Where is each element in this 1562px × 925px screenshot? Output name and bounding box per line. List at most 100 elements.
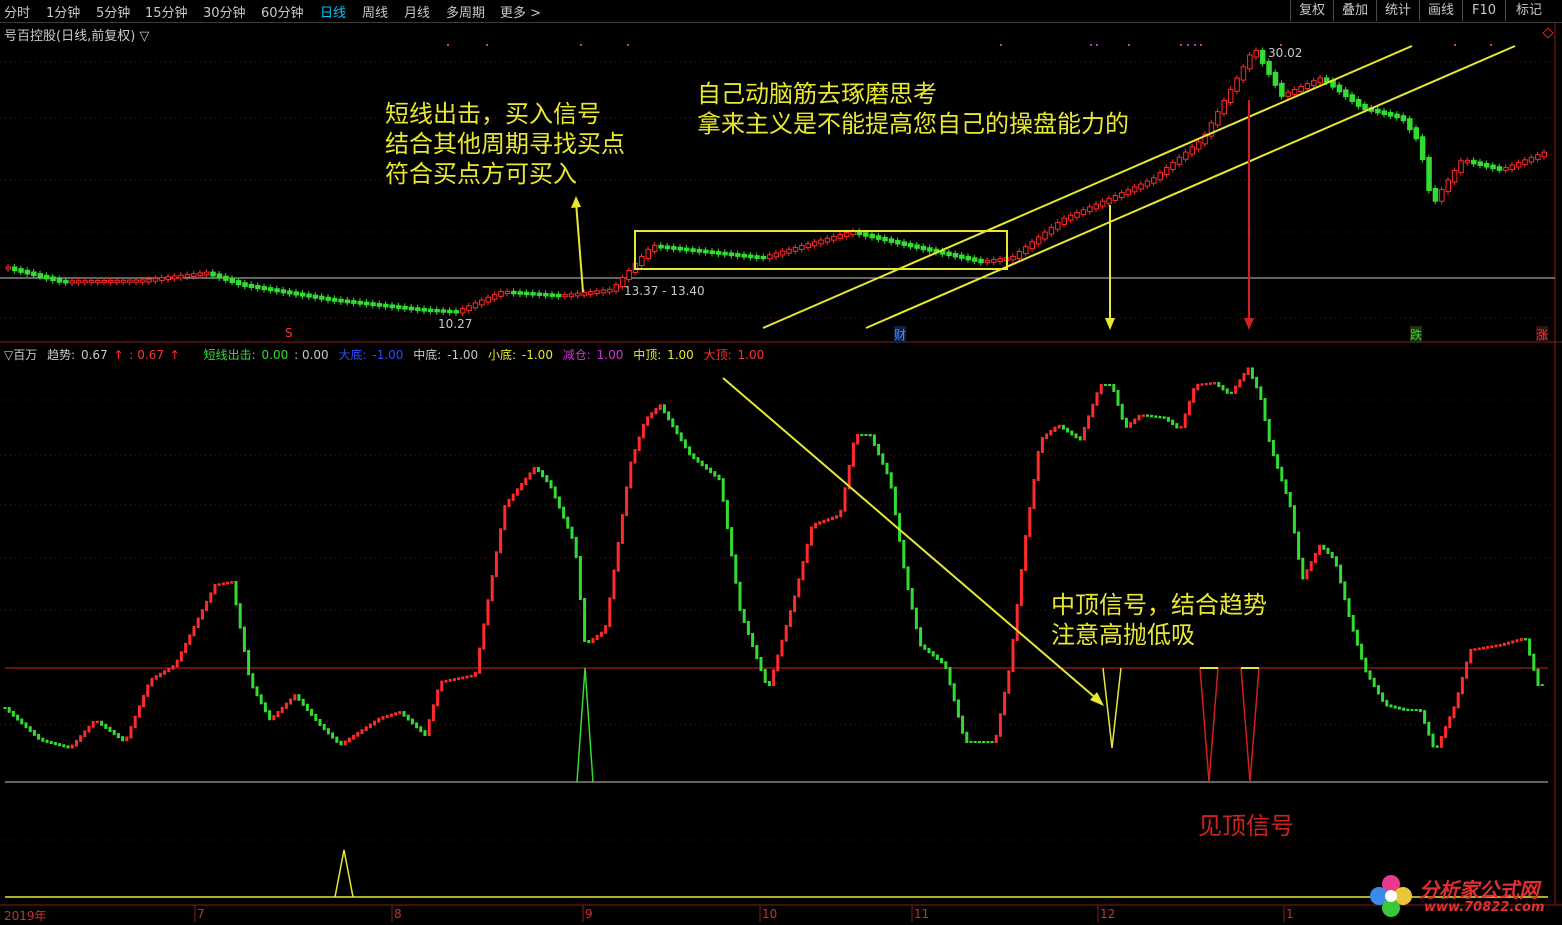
candle-body <box>1240 66 1247 81</box>
candle-body <box>1215 111 1221 126</box>
trend-label: 趋势: <box>47 348 76 362</box>
candle-body <box>1541 151 1547 158</box>
candle-body <box>863 232 869 237</box>
candle-body <box>1336 84 1343 93</box>
candle-body <box>1106 197 1112 204</box>
candle-body <box>594 290 600 295</box>
indicator-name[interactable]: ▽百万 <box>4 348 37 362</box>
candle-body <box>1157 172 1163 181</box>
candle-body <box>395 305 402 309</box>
trend-value-2: : 0.67 <box>129 348 164 362</box>
candle-body <box>959 254 965 259</box>
candle-body <box>818 239 824 245</box>
candle-body <box>1343 89 1349 98</box>
candle-body <box>319 295 325 300</box>
candle-body <box>261 286 267 291</box>
candle-body <box>805 243 811 249</box>
candle-body <box>1067 214 1074 221</box>
low-price-label: 10.27 <box>438 317 473 331</box>
candle-body <box>1080 209 1087 215</box>
candle-body <box>1035 236 1042 245</box>
candle-body <box>1496 166 1503 171</box>
short-strike-label: 短线出击: <box>203 348 256 362</box>
big-bottom-label: 大底: <box>338 348 367 362</box>
candle-body <box>171 275 178 280</box>
rise-marker[interactable]: 涨 <box>1536 326 1549 343</box>
candle-body <box>1362 103 1368 111</box>
candle-body <box>568 293 575 298</box>
corner-diamond-icon[interactable] <box>1542 27 1554 39</box>
trend-value: 0.67 <box>80 348 108 362</box>
candle-body <box>1042 231 1048 240</box>
candle-body <box>114 279 120 283</box>
candle-body <box>459 308 466 314</box>
reduce-label: 减仓: <box>562 348 591 362</box>
down-arrow-yellow-head <box>1105 318 1115 330</box>
candle-body <box>210 271 216 277</box>
candle-body <box>37 273 43 278</box>
candle-body <box>75 280 82 284</box>
candle-body <box>703 249 709 254</box>
candle-body <box>1285 91 1291 97</box>
candle-body <box>997 258 1003 262</box>
candle-body <box>1407 118 1413 131</box>
candle-body <box>1509 164 1515 171</box>
candle-body <box>671 246 677 250</box>
s-marker[interactable]: S <box>285 326 293 340</box>
candle-body <box>799 245 805 250</box>
candle-body <box>1387 112 1394 117</box>
candle-body <box>50 276 56 282</box>
candle-body <box>408 306 415 311</box>
candle-body <box>946 251 952 257</box>
candle-body <box>363 301 370 306</box>
candle-body <box>453 310 459 314</box>
candle-body <box>479 299 485 306</box>
candle-body <box>165 276 171 281</box>
think-line-2: 拿来主义是不能提高您自己的操盘能力的 <box>697 110 1129 138</box>
candle-body <box>376 303 383 307</box>
date-label-7: 7 <box>197 907 205 921</box>
candle-body <box>191 273 197 277</box>
candle-body <box>555 293 562 298</box>
mid-bottom-label: 中底: <box>413 348 442 362</box>
candle-body <box>504 290 511 295</box>
buy-signal-line-3: 符合买点方可买入 <box>385 160 577 188</box>
drop-marker[interactable]: 跌 <box>1410 326 1423 343</box>
candle-body <box>1074 211 1080 218</box>
candle-body <box>907 242 914 248</box>
candle-body <box>184 273 191 278</box>
date-label-11: 11 <box>914 907 930 921</box>
candle-body <box>639 255 645 266</box>
candle-body <box>146 278 152 283</box>
candle-body <box>952 253 959 258</box>
candle-body <box>1087 206 1093 213</box>
candle-body <box>715 251 722 255</box>
candle-body <box>1061 217 1067 225</box>
candle-body <box>229 277 235 284</box>
candle-body <box>1119 192 1125 199</box>
candle-body <box>965 255 971 261</box>
candle-body <box>1176 156 1183 165</box>
candle-body <box>517 291 523 295</box>
indicator-grid <box>0 399 1555 841</box>
candle-body <box>306 293 312 298</box>
candle-body <box>1400 115 1407 122</box>
candle-body <box>1535 154 1541 160</box>
candle-body <box>626 270 632 281</box>
candle-body <box>1247 54 1253 70</box>
candle-body <box>299 292 306 297</box>
mid-top-label: 中顶: <box>633 348 662 362</box>
candle-body <box>927 247 933 252</box>
candle-body <box>562 294 568 298</box>
small-bottom-label: 小底: <box>488 348 517 362</box>
candle-body <box>696 248 703 253</box>
candle-body <box>831 235 837 241</box>
candle-body <box>1189 146 1195 155</box>
candle-body <box>491 293 498 300</box>
candle-body <box>1381 110 1387 116</box>
candle-body <box>920 245 927 251</box>
finance-marker[interactable]: 财 <box>894 326 907 343</box>
candle-body <box>779 250 786 256</box>
big-bottom-value: -1.00 <box>372 348 404 362</box>
candle-body <box>978 258 984 264</box>
